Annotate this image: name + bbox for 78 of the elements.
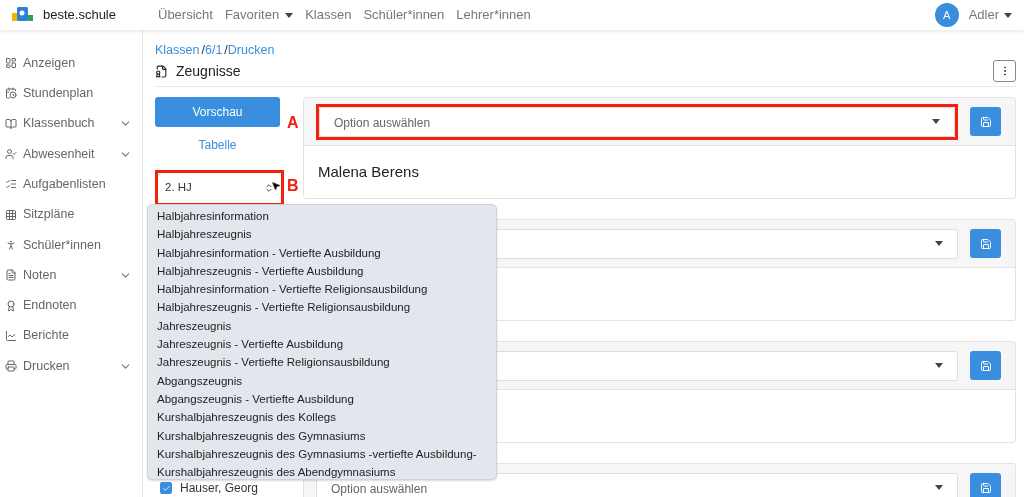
caret-icon [935,241,943,246]
dashboard-icon [5,57,17,70]
sidebar-item[interactable]: Abwesenheit [0,138,142,170]
sidebar-item[interactable]: Drucken [0,350,142,382]
nav-link[interactable]: Klassen [305,5,352,25]
nav-link[interactable]: Lehrer*innen [456,5,531,25]
printer-icon [5,360,17,373]
dropdown-option[interactable]: Kurshalbjahreszeugnis des Kollegs [157,408,496,427]
annotation-label: A [287,113,299,133]
annotation-label: B [287,176,299,196]
dropdown-option[interactable]: Halbjahreszeugnis - Vertiefte Religionsausbildung [157,298,496,317]
save-icon [979,481,992,494]
sidebar-item[interactable]: Berichte [0,320,142,351]
sidebar-item[interactable]: Schüler*innen [0,229,142,261]
checklist-icon [5,178,17,191]
table-link[interactable]: Tabelle [155,136,280,154]
user-avatar[interactable]: A [934,3,959,27]
dropdown-option[interactable]: Halbjahresinformation - Vertiefte Religionsausbildung [157,280,496,299]
dropdown-option[interactable]: Abgangszeugnis [157,371,496,390]
caret-icon [285,12,294,18]
save-button[interactable] [970,229,1001,258]
award-icon [5,299,17,312]
document-icon [5,269,17,282]
calendar-icon [5,87,17,100]
sidebar-item[interactable]: Sitzpläne [0,199,142,230]
grid-icon [5,208,17,221]
more-button[interactable] [993,60,1016,82]
nav-link[interactable]: Übersicht [158,5,213,25]
save-icon [979,359,992,372]
save-button[interactable] [970,107,1001,136]
save-icon [979,237,992,250]
breadcrumb-link[interactable]: Drucken [227,40,275,60]
nav-link[interactable]: Schüler*innen [363,5,445,25]
save-button[interactable] [970,351,1001,380]
save-button[interactable] [970,473,1001,497]
breadcrumb-link[interactable]: Klassen [155,40,200,60]
sidebar-item[interactable]: Klassenbuch [0,108,142,139]
dropdown-option[interactable]: Halbjahresinformation - Vertiefte Ausbildung [157,243,496,262]
preview-button[interactable]: Vorschau [155,97,280,127]
person-icon [5,238,17,251]
book-icon [5,117,17,130]
sidebar-item[interactable]: Stundenplan [0,78,142,109]
student-name: Malena Berens [318,161,419,182]
certificate-icon [155,64,168,78]
sidebar-item[interactable]: Noten [0,260,142,291]
dropdown-option[interactable]: Abgangszeugnis - Vertiefte Ausbildung [157,389,496,409]
brand-name[interactable]: beste.schule [43,5,116,25]
line-chart-icon [5,329,17,342]
updown-icon [264,183,274,193]
sidebar-item[interactable]: Aufgabenlisten [0,169,142,200]
dropdown-option[interactable]: Kurshalbjahreszeugnis des Gymnasiums [157,426,496,445]
save-icon [979,115,992,128]
breadcrumb-link[interactable]: 6/1 [204,40,223,60]
check-icon [161,483,171,493]
cursor-icon [271,181,281,191]
breadcrumb-separator: / [224,41,228,59]
dropdown-option[interactable]: Halbjahresinformation [157,207,496,226]
breadcrumb-separator: / [201,41,205,59]
caret-icon [935,485,943,490]
dropdown-option[interactable]: Halbjahreszeugnis - Vertiefte Ausbildung [157,261,496,281]
caret-icon [932,119,940,124]
student-checkbox[interactable] [160,482,172,494]
dropdown-option[interactable]: Kurshalbjahreszeugnis des Gymnasiums -vertiefte Ausbildung- [157,444,496,464]
sidebar-item[interactable]: Anzeigen [0,48,142,79]
nav-link[interactable]: Favoriten [224,5,294,25]
option-select[interactable]: Option auswählen [319,106,955,137]
dropdown-option[interactable]: Jahreszeugnis [157,316,496,336]
student-name: Hauser, Georg [180,482,259,494]
sidebar-item[interactable]: Endnoten [0,290,142,321]
user-check-icon [5,148,17,161]
dropdown-option[interactable]: Halbjahreszeugnis [157,225,496,244]
page-title: Zeugnisse [176,61,242,81]
logo-icon [12,7,34,23]
dropdown-option[interactable]: Jahreszeugnis - Vertiefte Ausbildung [157,335,496,354]
dropdown-option[interactable]: Jahreszeugnis - Vertiefte Religionsausbildung [157,353,496,372]
user-menu[interactable]: Adler [968,5,1012,25]
caret-icon [935,363,943,368]
caret-icon [1004,12,1012,18]
